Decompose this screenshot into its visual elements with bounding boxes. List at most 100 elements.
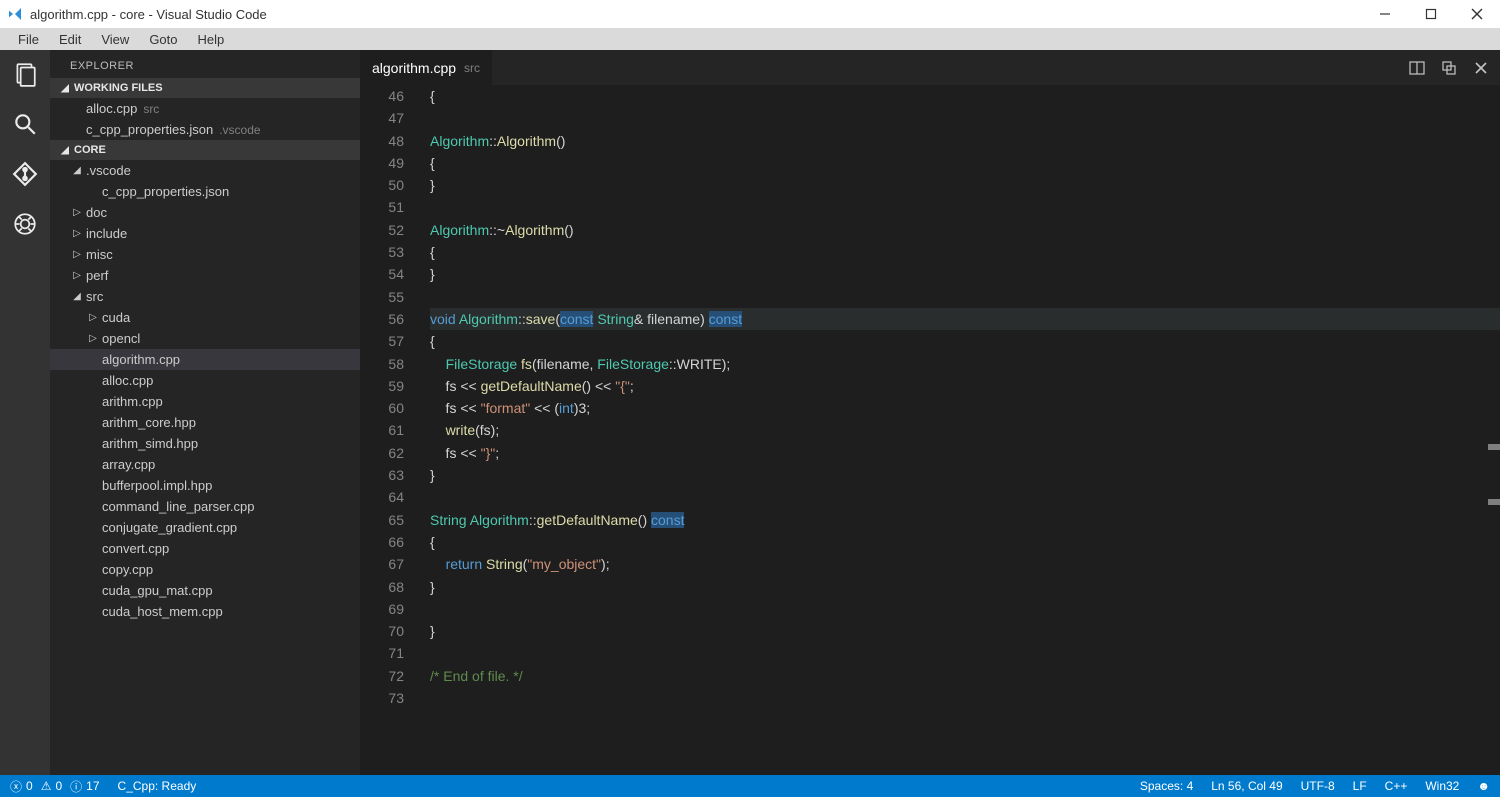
tree-label: arithm_simd.hpp [102,436,198,451]
overview-mark [1488,444,1500,450]
tree-label: arithm_core.hpp [102,415,196,430]
tree-label: copy.cpp [102,562,153,577]
menu-view[interactable]: View [91,30,139,49]
tree-file[interactable]: cuda_host_mem.cpp [50,601,360,622]
overview-ruler[interactable] [1486,85,1500,775]
tree-file[interactable]: bufferpool.impl.hpp [50,475,360,496]
status-warnings[interactable]: ⚠ 0 [41,779,62,793]
code[interactable]: { Algorithm::Algorithm(){} Algorithm::~A… [430,85,1500,775]
sidebar: EXPLORER ◢ WORKING FILES alloc.cppsrcc_c… [50,50,360,775]
working-file-item[interactable]: alloc.cppsrc [50,98,360,119]
chevron-down-icon: ◢ [70,291,84,302]
explorer-icon[interactable] [9,58,41,90]
working-file-item[interactable]: c_cpp_properties.json.vscode [50,119,360,140]
chevron-right-icon: ▷ [70,270,84,281]
status-lang[interactable]: C++ [1385,779,1408,793]
git-icon[interactable] [9,158,41,190]
close-editor-icon[interactable] [1472,59,1490,77]
tree-file[interactable]: arithm_core.hpp [50,412,360,433]
project-label: CORE [74,144,106,156]
tree-folder[interactable]: ▷doc [50,202,360,223]
status-encoding[interactable]: UTF-8 [1301,779,1335,793]
tree-file[interactable]: conjugate_gradient.cpp [50,517,360,538]
tree-file[interactable]: array.cpp [50,454,360,475]
tree-label: .vscode [86,163,131,178]
tree-label: cuda_host_mem.cpp [102,604,223,619]
tree-file[interactable]: algorithm.cpp [50,349,360,370]
status-spaces[interactable]: Spaces: 4 [1140,779,1193,793]
tree-folder[interactable]: ▷include [50,223,360,244]
tree-file[interactable]: arithm.cpp [50,391,360,412]
status-info[interactable]: ⓘ 17 [70,778,99,795]
debug-icon[interactable] [9,208,41,240]
statusbar: ⓧ 0 ⚠ 0 ⓘ 17 C_Cpp: Ready Spaces: 4 Ln 5… [0,775,1500,797]
search-icon[interactable] [9,108,41,140]
menu-edit[interactable]: Edit [49,30,91,49]
tab-algorithm[interactable]: algorithm.cpp src [360,50,492,85]
editor[interactable]: 4647484950515253545556575859606162636465… [360,85,1500,775]
status-eol[interactable]: LF [1353,779,1367,793]
status-cursor[interactable]: Ln 56, Col 49 [1211,779,1282,793]
menu-file[interactable]: File [8,30,49,49]
chevron-right-icon: ▷ [70,249,84,260]
chevron-down-icon: ◢ [58,83,72,94]
tree-label: cuda_gpu_mat.cpp [102,583,213,598]
status-errors[interactable]: ⓧ 0 [10,778,33,795]
maximize-button[interactable] [1408,0,1454,28]
sidebar-title: EXPLORER [50,50,360,78]
tree-folder[interactable]: ◢src [50,286,360,307]
menubar: File Edit View Goto Help [0,28,1500,50]
working-files-list: alloc.cppsrcc_cpp_properties.json.vscode [50,98,360,140]
tree-label: arithm.cpp [102,394,163,409]
tree-label: cuda [102,310,130,325]
tree-label: command_line_parser.cpp [102,499,254,514]
menu-goto[interactable]: Goto [139,30,187,49]
tree-folder[interactable]: ▷perf [50,265,360,286]
project-header[interactable]: ◢ CORE [50,140,360,160]
chevron-right-icon: ▷ [70,207,84,218]
tree-label: algorithm.cpp [102,352,180,367]
split-editor-icon[interactable] [1408,59,1426,77]
window-controls [1362,0,1500,28]
working-files-header[interactable]: ◢ WORKING FILES [50,78,360,98]
file-tree: ◢.vscodec_cpp_properties.json▷doc▷includ… [50,160,360,622]
file-dir: src [143,102,159,116]
cpp-status[interactable]: C_Cpp: Ready [118,779,197,793]
tree-label: conjugate_gradient.cpp [102,520,237,535]
tree-label: doc [86,205,107,220]
tree-file[interactable]: convert.cpp [50,538,360,559]
tree-file[interactable]: command_line_parser.cpp [50,496,360,517]
tree-file[interactable]: arithm_simd.hpp [50,433,360,454]
tree-label: convert.cpp [102,541,169,556]
tree-folder[interactable]: ▷cuda [50,307,360,328]
tabs: algorithm.cpp src [360,50,1500,85]
tree-file[interactable]: alloc.cpp [50,370,360,391]
menu-help[interactable]: Help [188,30,235,49]
tree-label: include [86,226,127,241]
info-icon: ⓘ [70,778,82,795]
file-name: c_cpp_properties.json [86,122,213,137]
feedback-icon[interactable]: ☻ [1477,779,1490,793]
minimize-button[interactable] [1362,0,1408,28]
tree-label: array.cpp [102,457,155,472]
tree-label: bufferpool.impl.hpp [102,478,212,493]
tree-folder[interactable]: ◢.vscode [50,160,360,181]
tree-label: src [86,289,103,304]
status-os[interactable]: Win32 [1425,779,1459,793]
error-icon: ⓧ [10,778,22,795]
tree-label: perf [86,268,108,283]
vscode-logo-icon [6,5,24,23]
tree-folder[interactable]: ▷misc [50,244,360,265]
tab-actions [1408,50,1500,85]
tree-file[interactable]: c_cpp_properties.json [50,181,360,202]
tab-dir: src [464,61,480,75]
gutter: 4647484950515253545556575859606162636465… [360,85,430,775]
working-files-label: WORKING FILES [74,82,163,94]
more-icon[interactable] [1440,59,1458,77]
tree-file[interactable]: copy.cpp [50,559,360,580]
chevron-right-icon: ▷ [86,333,100,344]
tree-folder[interactable]: ▷opencl [50,328,360,349]
tree-file[interactable]: cuda_gpu_mat.cpp [50,580,360,601]
window-title: algorithm.cpp - core - Visual Studio Cod… [30,7,267,22]
close-button[interactable] [1454,0,1500,28]
